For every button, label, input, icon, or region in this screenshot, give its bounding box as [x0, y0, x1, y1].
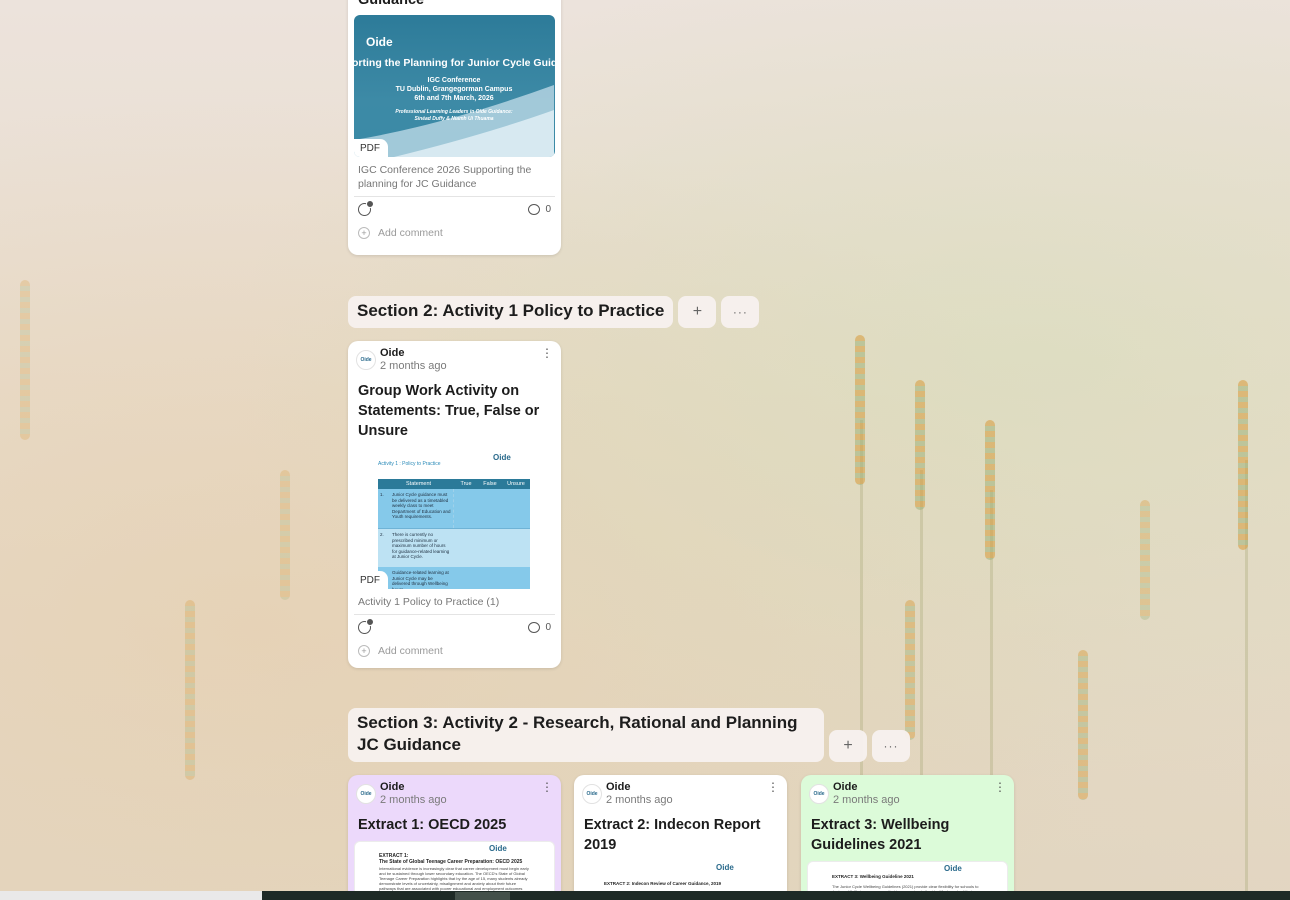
add-comment-label: Add comment: [378, 227, 443, 239]
pdf-badge: PDF: [354, 571, 388, 589]
card-header: Oide Oide 2 months ago ⋮: [348, 341, 561, 373]
pdf-badge: PDF: [354, 139, 388, 157]
card-extract-2[interactable]: Oide Oide 2 months ago ⋮ Extract 2: Inde…: [574, 775, 787, 900]
scrollbar-track-segment: [0, 891, 262, 900]
author-name: Oide: [380, 781, 405, 793]
card-title: Extract 2: Indecon Report 2019: [584, 817, 761, 853]
comment-count-value: 0: [545, 204, 551, 215]
attachment-caption[interactable]: Activity 1 Policy to Practice (1): [348, 589, 561, 614]
preview-table: Statement True False Unsure 1. Junior Cy…: [378, 479, 530, 589]
card-extract-1[interactable]: Oide Oide 2 months ago ⋮ Extract 1: OECD…: [348, 775, 561, 900]
table-cell: 2.: [380, 532, 384, 537]
author-name: Oide: [833, 781, 858, 793]
avatar: Oide: [356, 350, 376, 370]
card-extract-3[interactable]: Oide Oide 2 months ago ⋮ Extract 3: Well…: [801, 775, 1014, 900]
plus-icon: +: [358, 645, 370, 657]
preview-logo: Oide: [366, 35, 393, 49]
plus-icon: +: [843, 737, 853, 754]
pdf-preview[interactable]: Oide orting the Planning for Junior Cycl…: [354, 15, 555, 157]
comment-count[interactable]: 0: [528, 622, 551, 633]
table-header: False: [483, 481, 497, 487]
card-title: Extract 1: OECD 2025: [358, 817, 507, 833]
preview-line: EXTRACT 2: Indecon Review of Career Guid…: [604, 881, 722, 886]
post-time: 2 months ago: [380, 794, 447, 806]
comment-count-value: 0: [545, 622, 551, 633]
preview-line: TU Dublin, Grangegorman Campus: [395, 86, 513, 93]
post-time: 2 months ago: [833, 794, 900, 806]
add-comment-button[interactable]: + Add comment: [348, 220, 561, 249]
add-comment-label: Add comment: [378, 645, 443, 657]
add-reaction-icon[interactable]: [358, 618, 374, 634]
avatar: Oide: [809, 784, 829, 804]
card-footer: 0: [354, 196, 555, 220]
preview-logo: Oide: [493, 453, 511, 462]
table-cell: There is currently no prescribed minimum…: [392, 532, 450, 559]
more-icon: ···: [732, 305, 748, 319]
more-icon: ···: [883, 739, 899, 753]
plus-icon: +: [692, 303, 703, 320]
section-title[interactable]: Section 3: Activity 2 - Research, Ration…: [348, 708, 824, 762]
preview-line: Sinéad Duffy & Niamh Ui Thuama: [414, 116, 494, 122]
add-comment-button[interactable]: + Add comment: [348, 638, 561, 667]
attachment-caption[interactable]: IGC Conference 2026 Supporting the plann…: [348, 157, 561, 196]
preview-heading: Activity 1 : Policy to Practice: [378, 461, 441, 467]
table-header: Statement: [406, 481, 432, 487]
pdf-preview[interactable]: Oide Activity 1 : Policy to Practice Sta…: [354, 451, 555, 589]
section-title[interactable]: Section 2: Activity 1 Policy to Practice: [348, 296, 674, 328]
section-more-button[interactable]: ···: [721, 296, 760, 328]
author-name: Oide: [380, 347, 405, 359]
card-activity-1[interactable]: Oide Oide 2 months ago ⋮ Group Work Acti…: [348, 341, 561, 668]
preview-line: 6th and 7th March, 2026: [414, 95, 494, 102]
avatar: Oide: [582, 784, 602, 804]
add-post-button[interactable]: +: [678, 296, 717, 328]
card-title: Guidance: [358, 0, 425, 8]
table-cell: 1.: [380, 492, 384, 497]
table-header: True: [460, 481, 472, 487]
card-igc-conference[interactable]: Guidance Oide orting the Planning for Ju…: [348, 0, 561, 255]
add-post-button[interactable]: +: [829, 730, 867, 762]
preview-line: IGC Conference: [427, 77, 481, 84]
avatar: Oide: [356, 784, 376, 804]
preview-line: EXTRACT 3: Wellbeing Guideline 2021: [832, 874, 914, 879]
add-reaction-icon[interactable]: [358, 200, 374, 216]
post-time: 2 months ago: [380, 360, 447, 372]
section-title-line: JC Guidance: [357, 735, 461, 754]
card-footer: 0: [354, 614, 555, 638]
table-cell: Junior Cycle guidance must be delivered …: [390, 489, 454, 528]
card-title: Extract 3: Wellbeing Guidelines 2021: [811, 817, 950, 853]
post-time: 2 months ago: [606, 794, 673, 806]
preview-line: Professional Learning Leaders in Oide Gu…: [395, 109, 513, 115]
card-title: Group Work Activity on Statements: True,…: [358, 383, 540, 439]
preview-logo: Oide: [944, 864, 962, 873]
section-title-line: Section 3: Activity 2 - Research, Ration…: [357, 713, 798, 732]
table-cell: Guidance-related learning at Junior Cycl…: [392, 570, 449, 589]
preview-logo: Oide: [716, 863, 734, 872]
card-header: Oide Oide 2 months ago ⋮: [574, 775, 787, 807]
preview-banner: orting the Planning for Junior Cycle Gui…: [354, 57, 555, 69]
author-name: Oide: [606, 781, 631, 793]
table-header: Unsure: [507, 481, 525, 487]
more-options-icon[interactable]: ⋮: [541, 347, 553, 359]
scrollbar-thumb[interactable]: [455, 892, 510, 900]
card-header: Oide Oide 2 months ago ⋮: [348, 775, 561, 807]
section-header-2: Section 2: Activity 1 Policy to Practice…: [348, 296, 760, 328]
horizontal-scrollbar[interactable]: [0, 891, 1290, 900]
card-header: Oide Oide 2 months ago ⋮: [801, 775, 1014, 807]
more-options-icon[interactable]: ⋮: [994, 781, 1006, 793]
preview-line: The State of Global Teenage Career Prepa…: [379, 859, 523, 865]
more-options-icon[interactable]: ⋮: [541, 781, 553, 793]
section-header-3: Section 3: Activity 2 - Research, Ration…: [348, 708, 910, 762]
plus-icon: +: [358, 227, 370, 239]
comment-icon: [528, 622, 541, 633]
comment-icon: [528, 204, 541, 215]
more-options-icon[interactable]: ⋮: [767, 781, 779, 793]
section-more-button[interactable]: ···: [872, 730, 910, 762]
comment-count[interactable]: 0: [528, 204, 551, 215]
preview-logo: Oide: [489, 844, 507, 853]
